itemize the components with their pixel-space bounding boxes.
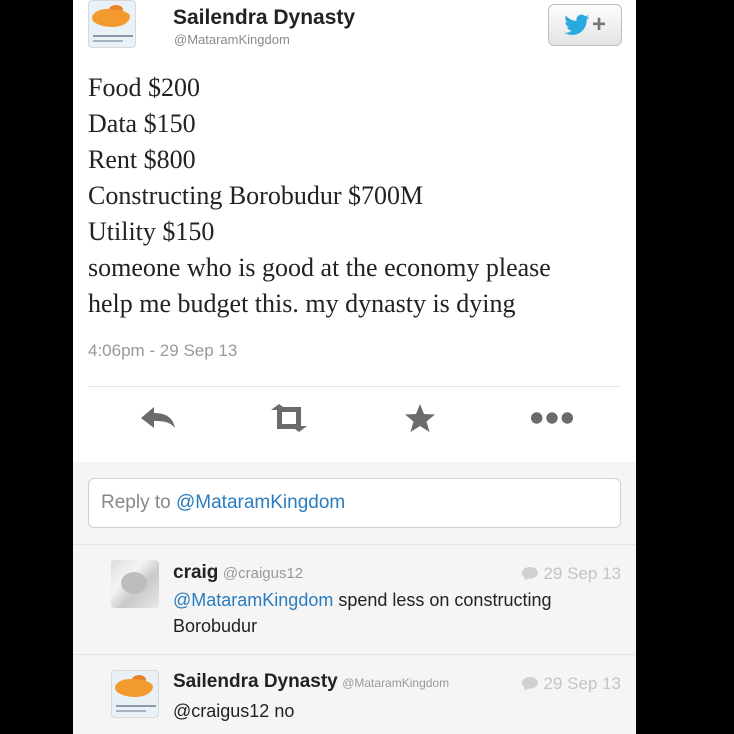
reply-header: craig @craigus12 <box>173 562 303 584</box>
replies-section: Reply to @MataramKingdom craig @craigus1… <box>73 462 636 734</box>
reply-body: @MataramKingdom spend less on constructi… <box>173 587 551 639</box>
star-icon <box>405 404 435 432</box>
author-name[interactable]: Sailendra Dynasty <box>173 6 355 30</box>
reply-text: spend less on constructing <box>333 590 552 610</box>
reply-author-handle[interactable]: @craigus12 <box>223 565 303 582</box>
action-bar <box>73 390 636 452</box>
author-avatar[interactable] <box>88 0 136 48</box>
retweet-icon <box>271 404 307 432</box>
reply-button[interactable] <box>136 400 180 436</box>
tweet-panel: Sailendra Dynasty @MataramKingdom + Food… <box>73 0 636 734</box>
retweet-button[interactable] <box>267 400 311 436</box>
reply-icon <box>141 407 175 428</box>
reply-date-text: 29 Sep 13 <box>543 674 621 693</box>
reply-tweet: Sailendra Dynasty @MataramKingdom 29 Sep… <box>73 654 636 734</box>
reply-date[interactable]: 29 Sep 13 <box>521 674 621 694</box>
reply-header: Sailendra Dynasty @MataramKingdom <box>173 671 449 693</box>
follow-button[interactable]: + <box>548 4 622 46</box>
reply-tweet: craig @craigus12 29 Sep 13 @MataramKingd… <box>73 544 636 654</box>
reply-body: @craigus12 no <box>173 701 295 721</box>
reply-mention: @MataramKingdom <box>175 492 346 513</box>
follow-plus: + <box>591 11 606 38</box>
reply-author-name[interactable]: craig <box>173 562 218 583</box>
reply-date[interactable]: 29 Sep 13 <box>521 564 621 584</box>
tweet-timestamp[interactable]: 4:06pm - 29 Sep 13 <box>88 341 237 361</box>
reply-text: Borobudur <box>173 616 258 636</box>
tweet-line: Utility $150 <box>88 217 215 246</box>
reply-mention-link[interactable]: @MataramKingdom <box>173 590 333 610</box>
more-button[interactable] <box>530 400 574 436</box>
more-icon <box>530 412 574 424</box>
tweet-line: help me budget this. my dynasty is dying <box>88 289 516 318</box>
reply-prefix: Reply to <box>101 492 176 513</box>
reply-author-handle[interactable]: @MataramKingdom <box>342 676 449 690</box>
tweet-line: Food $200 <box>88 73 200 102</box>
reply-author-name[interactable]: Sailendra Dynasty <box>173 671 338 692</box>
author-handle[interactable]: @MataramKingdom <box>174 32 290 47</box>
tweet-line: Rent $800 <box>88 145 196 174</box>
craig-avatar[interactable] <box>111 560 159 608</box>
divider <box>88 386 621 387</box>
conversation-icon <box>522 677 539 691</box>
tweet-line: Data $150 <box>88 109 196 138</box>
author-avatar[interactable] <box>111 670 159 718</box>
twitter-bird-icon <box>564 14 590 35</box>
reply-date-text: 29 Sep 13 <box>543 564 621 583</box>
favorite-button[interactable] <box>398 400 442 436</box>
conversation-icon <box>522 567 539 581</box>
tweet-line: someone who is good at the economy pleas… <box>88 253 551 282</box>
tweet-line: Constructing Borobudur $700M <box>88 181 424 210</box>
tweet-text: Food $200 Data $150 Rent $800 Constructi… <box>88 70 628 322</box>
reply-input[interactable]: Reply to @MataramKingdom <box>88 478 621 528</box>
